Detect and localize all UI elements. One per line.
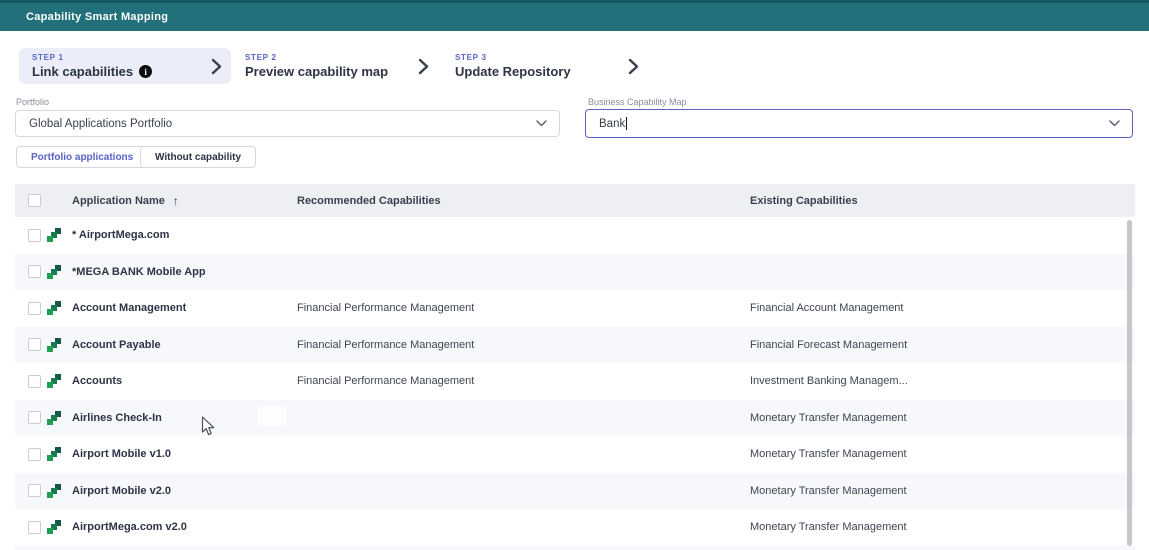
application-name: *MEGA BANK Mobile App (72, 266, 297, 278)
table-header-row: Application Name Recommended Capabilitie… (15, 184, 1135, 217)
application-icon (47, 520, 61, 534)
application-icon (47, 447, 61, 461)
step-3-update-repository[interactable]: STEP 3 Update Repository (455, 48, 648, 84)
page-title: Capability Smart Mapping (0, 11, 168, 23)
chevron-down-icon (1109, 120, 1120, 127)
portfolio-selected-value: Global Applications Portfolio (29, 118, 172, 130)
table-row[interactable]: Airlines Check-In Monetary Transfer Mana… (15, 400, 1135, 437)
row-checkbox[interactable] (28, 338, 41, 351)
without-capability-toggle[interactable]: Without capability (140, 146, 256, 168)
existing-capability: Monetary Transfer Management (750, 521, 1135, 533)
row-checkbox[interactable] (28, 411, 41, 424)
applications-table: Application Name Recommended Capabilitie… (15, 184, 1135, 550)
recommended-capability: Financial Performance Management (297, 339, 750, 351)
business-capability-map-value: Bank (599, 118, 625, 130)
sort-ascending-icon (173, 194, 179, 208)
column-header-recommended-capabilities: Recommended Capabilities (297, 195, 750, 207)
portfolio-select[interactable]: Global Applications Portfolio (15, 110, 560, 137)
application-name: * AirportMega.com (72, 229, 297, 241)
row-checkbox[interactable] (28, 448, 41, 461)
chevron-right-icon (628, 58, 639, 75)
step-3-label: STEP 3 (455, 53, 571, 62)
business-capability-map-input[interactable]: Bank (585, 109, 1133, 138)
step-2-title: Preview capability map (245, 64, 388, 79)
business-capability-map-label: Business Capability Map (588, 97, 687, 107)
table-body: * AirportMega.com *MEGA BANK Mobile App (15, 217, 1135, 550)
select-all-checkbox[interactable] (28, 194, 41, 207)
row-checkbox[interactable] (28, 265, 41, 278)
application-name: Accounts (72, 375, 297, 387)
hover-highlight (258, 406, 286, 426)
chevron-down-icon (536, 120, 547, 127)
recommended-capability: Financial Performance Management (297, 302, 750, 314)
table-row[interactable]: Accounts Financial Performance Managemen… (15, 363, 1135, 400)
info-icon[interactable] (139, 65, 152, 78)
step-1-label: STEP 1 (32, 53, 152, 62)
step-1-title: Link capabilities (32, 64, 133, 79)
app-topbar: Capability Smart Mapping (0, 0, 1149, 31)
application-icon (47, 265, 61, 279)
table-row[interactable] (15, 546, 1135, 550)
existing-capability: Financial Account Management (750, 302, 1135, 314)
table-row[interactable]: Account Management Financial Performance… (15, 290, 1135, 327)
row-checkbox[interactable] (28, 484, 41, 497)
capability-smart-mapping-screen: Capability Smart Mapping STEP 1 Link cap… (0, 0, 1149, 550)
application-name: Account Payable (72, 339, 297, 351)
existing-capability: Monetary Transfer Management (750, 448, 1135, 460)
row-checkbox[interactable] (28, 302, 41, 315)
row-checkbox[interactable] (28, 229, 41, 242)
mouse-cursor-icon (201, 416, 216, 437)
step-2-label: STEP 2 (245, 53, 388, 62)
column-header-existing-capabilities: Existing Capabilities (750, 195, 1135, 207)
application-name: AirportMega.com v2.0 (72, 521, 297, 533)
table-row[interactable]: AirportMega.com v2.0 Monetary Transfer M… (15, 509, 1135, 546)
recommended-capability: Financial Performance Management (297, 375, 750, 387)
step-1-link-capabilities[interactable]: STEP 1 Link capabilities (19, 48, 231, 84)
table-row[interactable]: *MEGA BANK Mobile App (15, 254, 1135, 291)
existing-capability: Monetary Transfer Management (750, 412, 1135, 424)
table-row[interactable]: Airport Mobile v1.0 Monetary Transfer Ma… (15, 436, 1135, 473)
table-row[interactable]: Airport Mobile v2.0 Monetary Transfer Ma… (15, 473, 1135, 510)
application-icon (47, 484, 61, 498)
existing-capability: Investment Banking Managem... (750, 375, 1135, 387)
table-row[interactable]: Account Payable Financial Performance Ma… (15, 327, 1135, 364)
chevron-right-icon (418, 58, 429, 75)
application-icon (47, 228, 61, 242)
existing-capability: Monetary Transfer Management (750, 485, 1135, 497)
application-name: Airport Mobile v2.0 (72, 485, 297, 497)
row-checkbox[interactable] (28, 521, 41, 534)
application-name: Airport Mobile v1.0 (72, 448, 297, 460)
vertical-scrollbar-thumb[interactable] (1127, 220, 1132, 546)
chevron-right-icon (211, 58, 222, 75)
application-icon (47, 338, 61, 352)
without-capability-toggle-label: Without capability (155, 152, 241, 163)
portfolio-applications-toggle-label: Portfolio applications (31, 152, 133, 163)
step-3-title: Update Repository (455, 64, 571, 79)
application-icon (47, 301, 61, 315)
application-icon (47, 411, 61, 425)
row-checkbox[interactable] (28, 375, 41, 388)
portfolio-label: Portfolio (16, 97, 49, 107)
text-caret (626, 117, 627, 130)
existing-capability: Financial Forecast Management (750, 339, 1135, 351)
application-name: Account Management (72, 302, 297, 314)
table-row[interactable]: * AirportMega.com (15, 217, 1135, 254)
column-header-application-name[interactable]: Application Name (72, 194, 297, 208)
portfolio-applications-toggle[interactable]: Portfolio applications (16, 146, 148, 168)
step-2-preview-capability-map[interactable]: STEP 2 Preview capability map (245, 48, 438, 84)
application-icon (47, 374, 61, 388)
